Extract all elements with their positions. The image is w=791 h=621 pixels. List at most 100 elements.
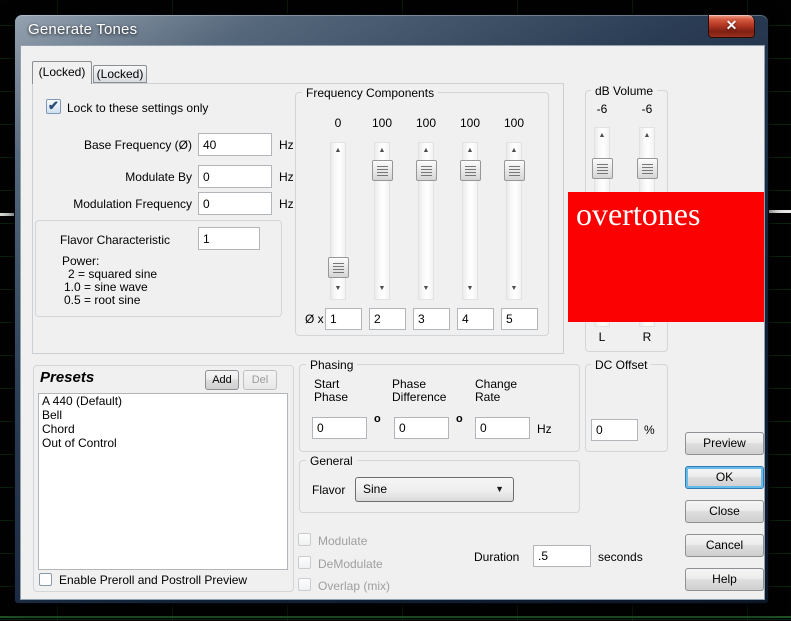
base-frequency-label: Base Frequency (Ø): [32, 138, 192, 152]
slider4-up-icon[interactable]: ▲: [459, 147, 481, 154]
multiplier2-input[interactable]: [369, 308, 406, 330]
volume-left-level: -6: [580, 102, 624, 116]
change-rate-input[interactable]: [475, 417, 530, 439]
lock-settings-label: Lock to these settings only: [67, 101, 208, 115]
slider5-down-icon[interactable]: ▼: [503, 285, 525, 292]
volume-right-up-icon[interactable]: ▲: [636, 132, 658, 139]
help-button[interactable]: Help: [685, 568, 764, 591]
change-rate-label-1: Change: [475, 377, 517, 391]
overlap-mix-checkbox: [298, 578, 311, 591]
volume-right-level: -6: [625, 102, 669, 116]
start-phase-label-2: Phase: [314, 390, 348, 404]
slider3-thumb[interactable]: [416, 160, 437, 181]
slider3-up-icon[interactable]: ▲: [415, 147, 437, 154]
dc-offset-unit: %: [644, 423, 655, 437]
dc-offset-input[interactable]: [591, 419, 638, 441]
start-phase-input[interactable]: [312, 417, 367, 439]
multiplier4-input[interactable]: [457, 308, 494, 330]
slider5-level: 100: [492, 116, 536, 130]
modulate-by-label: Modulate By: [32, 170, 192, 184]
base-frequency-input[interactable]: [198, 133, 272, 156]
volume-right-thumb[interactable]: [637, 158, 658, 179]
multiplier1-input[interactable]: [325, 308, 362, 330]
slider1-down-icon[interactable]: ▼: [327, 285, 349, 292]
tab-locked-2[interactable]: (Locked): [93, 65, 147, 83]
overtones-annotation-overlay: overtones: [568, 192, 764, 322]
playback-cursor-right: [766, 210, 791, 213]
slider3-level: 100: [404, 116, 448, 130]
demodulate-checkbox: [298, 556, 311, 569]
general-title: General: [306, 454, 357, 468]
volume-left-thumb[interactable]: [592, 158, 613, 179]
modulate-by-unit: Hz: [279, 170, 294, 184]
slider4-level: 100: [448, 116, 492, 130]
multiplier3-input[interactable]: [413, 308, 450, 330]
close-button[interactable]: ✕: [708, 15, 755, 38]
lock-settings-checkbox[interactable]: ✔: [46, 99, 61, 114]
demodulate-label: DeModulate: [318, 557, 383, 571]
multiplier5-input[interactable]: [501, 308, 538, 330]
modulate-checkbox: [298, 533, 311, 546]
waveform-editor-background: Generate Tones ✕ (Locked) (Locked) ✔ Loc…: [0, 0, 791, 621]
preset-item-bell[interactable]: Bell: [39, 408, 287, 422]
ok-button[interactable]: OK: [685, 466, 764, 489]
flavor-characteristic-label: Flavor Characteristic: [60, 233, 170, 247]
frequency-components-title: Frequency Components: [302, 86, 438, 100]
slider4-thumb[interactable]: [460, 160, 481, 181]
preview-button[interactable]: Preview: [685, 432, 764, 455]
generate-tones-dialog: Generate Tones ✕ (Locked) (Locked) ✔ Loc…: [14, 14, 769, 604]
slider2-level: 100: [360, 116, 404, 130]
db-volume-title: dB Volume: [591, 84, 657, 98]
overtones-annotation-text: overtones: [576, 196, 700, 233]
preset-item-chord[interactable]: Chord: [39, 422, 287, 436]
flavor-label: Flavor: [312, 483, 345, 497]
slider2-thumb[interactable]: [372, 160, 393, 181]
preset-add-button[interactable]: Add: [205, 370, 239, 390]
start-phase-unit: o: [374, 413, 381, 425]
duration-input[interactable]: [533, 545, 591, 567]
flavor-characteristic-input[interactable]: [198, 227, 260, 250]
tab-locked-1[interactable]: (Locked): [32, 61, 92, 84]
preroll-checkbox[interactable]: [39, 573, 52, 586]
slider1-level: 0: [316, 116, 360, 130]
slider5-thumb[interactable]: [504, 160, 525, 181]
phase-difference-input[interactable]: [394, 417, 449, 439]
preset-del-button: Del: [243, 370, 277, 390]
presets-listbox[interactable]: A 440 (Default) Bell Chord Out of Contro…: [38, 393, 288, 570]
phase-difference-label-2: Difference: [392, 390, 446, 404]
chevron-down-icon: ▼: [495, 478, 504, 501]
close-button-action[interactable]: Close: [685, 500, 764, 523]
slider2-up-icon[interactable]: ▲: [371, 147, 393, 154]
power-line-sine: 1.0 = sine wave: [64, 280, 148, 294]
preset-item-out-of-control[interactable]: Out of Control: [39, 436, 287, 450]
slider4-down-icon[interactable]: ▼: [459, 285, 481, 292]
overlap-mix-label: Overlap (mix): [318, 579, 390, 593]
preset-item-a440[interactable]: A 440 (Default): [39, 394, 287, 408]
modulate-by-input[interactable]: [198, 165, 272, 188]
slider3-down-icon[interactable]: ▼: [415, 285, 437, 292]
modulation-frequency-label: Modulation Frequency: [32, 197, 192, 211]
channel-left-label: L: [580, 330, 624, 344]
phasing-title: Phasing: [306, 358, 357, 372]
duration-unit: seconds: [598, 550, 643, 564]
dc-offset-title: DC Offset: [591, 358, 651, 372]
dialog-title: Generate Tones: [28, 21, 137, 38]
power-line-root: 0.5 = root sine: [64, 293, 140, 307]
slider1-up-icon[interactable]: ▲: [327, 147, 349, 154]
flavor-dropdown[interactable]: Sine ▼: [355, 477, 514, 502]
baseline-grid-line: [0, 616, 791, 618]
channel-right-label: R: [625, 330, 669, 344]
flavor-dropdown-value: Sine: [363, 482, 387, 496]
power-line-squared: 2 = squared sine: [68, 267, 157, 281]
change-rate-unit: Hz: [537, 422, 552, 436]
cancel-button[interactable]: Cancel: [685, 534, 764, 557]
preroll-label: Enable Preroll and Postroll Preview: [59, 573, 247, 587]
slider5-up-icon[interactable]: ▲: [503, 147, 525, 154]
volume-left-up-icon[interactable]: ▲: [591, 132, 613, 139]
slider1-thumb[interactable]: [328, 257, 349, 278]
start-phase-label-1: Start: [314, 377, 339, 391]
base-frequency-unit: Hz: [279, 138, 294, 152]
phase-difference-unit: o: [456, 413, 463, 425]
modulation-frequency-input[interactable]: [198, 192, 272, 215]
slider2-down-icon[interactable]: ▼: [371, 285, 393, 292]
